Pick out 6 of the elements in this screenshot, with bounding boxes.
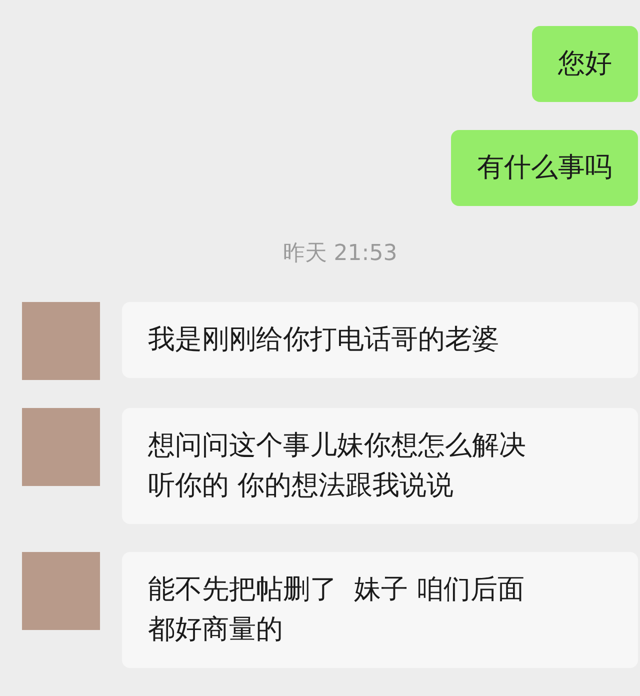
received-message-bubble: 能不先把帖删了 妹子 咱们后面都好商量的 (122, 552, 638, 668)
sent-message-bubble: 您好 (532, 26, 638, 102)
timestamp: 昨天 21:53 (282, 240, 398, 268)
received-message-bubble: 我是刚刚给你打电话哥的老婆 (122, 302, 638, 378)
received-message-bubble: 想问问这个事儿妹你想怎么解决听你的 你的想法跟我说说 (122, 408, 638, 524)
sent-message-bubble: 有什么事吗 (451, 130, 638, 206)
